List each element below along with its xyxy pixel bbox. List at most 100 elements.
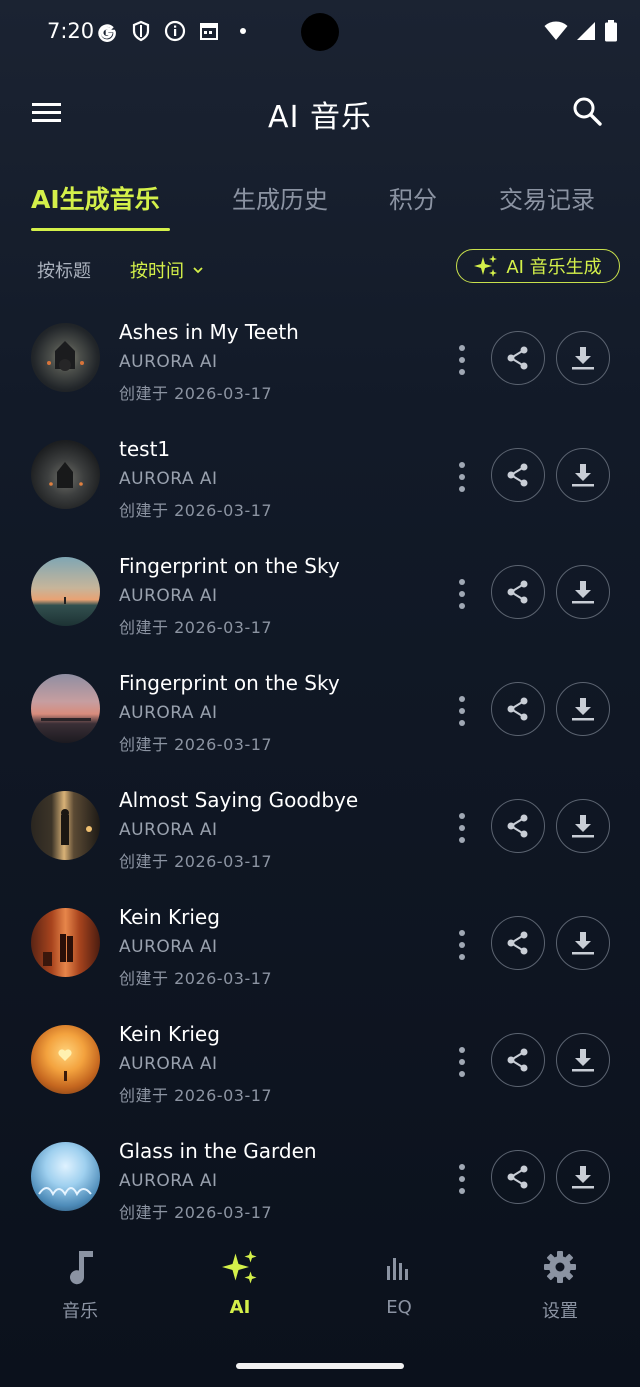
download-icon (572, 1049, 594, 1072)
tab-ai-generated-music[interactable]: AI生成音乐 (31, 180, 160, 216)
song-cover (31, 1025, 100, 1094)
share-icon (507, 814, 528, 838)
sparkle-icon (180, 1247, 300, 1287)
bottom-nav: 音乐 AI EQ 设置 (0, 1235, 640, 1345)
song-list-item[interactable]: Kein Krieg AURORA AI 创建于 2026-03-17 (0, 1007, 640, 1124)
song-list-item[interactable]: Fingerprint on the Sky AURORA AI 创建于 202… (0, 539, 640, 656)
download-button[interactable] (556, 682, 610, 736)
song-title: Glass in the Garden (119, 1139, 317, 1163)
download-icon (572, 1166, 594, 1189)
download-icon (572, 815, 594, 838)
sort-by-time-label: 按时间 (130, 261, 184, 282)
song-title: Kein Krieg (119, 1022, 220, 1046)
song-created-date: 创建于 2026-03-17 (119, 1086, 273, 1105)
download-button[interactable] (556, 916, 610, 970)
tab-transactions[interactable]: 交易记录 (499, 180, 595, 215)
share-button[interactable] (491, 1033, 545, 1087)
more-options-icon[interactable] (452, 1164, 472, 1194)
song-list-item[interactable]: Ashes in My Teeth AURORA AI 创建于 2026-03-… (0, 305, 640, 422)
dot-icon (232, 20, 254, 42)
song-created-date: 创建于 2026-03-17 (119, 1203, 273, 1222)
download-icon (572, 347, 594, 370)
song-list-item[interactable]: Almost Saying Goodbye AURORA AI 创建于 2026… (0, 773, 640, 890)
more-options-icon[interactable] (452, 345, 472, 375)
share-button[interactable] (491, 799, 545, 853)
nav-item-settings[interactable]: 设置 (500, 1247, 620, 1323)
share-icon (507, 697, 528, 721)
battery-icon (604, 20, 618, 46)
nav-item-eq[interactable]: EQ (339, 1247, 459, 1318)
share-button[interactable] (491, 916, 545, 970)
download-icon (572, 698, 594, 721)
more-options-icon[interactable] (452, 462, 472, 492)
nav-label-ai: AI (229, 1297, 251, 1318)
download-button[interactable] (556, 1150, 610, 1204)
download-button[interactable] (556, 331, 610, 385)
status-bar: 7:20 (0, 0, 640, 64)
status-notification-icons (96, 20, 254, 42)
download-icon (572, 581, 594, 604)
music-note-icon (20, 1247, 140, 1287)
equalizer-icon (339, 1247, 459, 1287)
nav-item-music[interactable]: 音乐 (20, 1247, 140, 1323)
share-icon (507, 1048, 528, 1072)
song-title: Fingerprint on the Sky (119, 671, 340, 695)
song-cover (31, 1142, 100, 1211)
more-options-icon[interactable] (452, 930, 472, 960)
tab-generation-history[interactable]: 生成历史 (232, 180, 328, 215)
google-icon (96, 20, 118, 42)
info-icon (164, 20, 186, 42)
nav-item-ai[interactable]: AI (180, 1247, 300, 1318)
song-created-date: 创建于 2026-03-17 (119, 852, 273, 871)
sort-by-title-button[interactable]: 按标题 (37, 257, 91, 283)
song-list-item[interactable]: Kein Krieg AURORA AI 创建于 2026-03-17 (0, 890, 640, 1007)
download-button[interactable] (556, 799, 610, 853)
tab-points[interactable]: 积分 (389, 180, 437, 215)
more-options-icon[interactable] (452, 1047, 472, 1077)
share-icon (507, 1165, 528, 1189)
camera-cutout (301, 13, 339, 51)
song-cover (31, 440, 100, 509)
more-options-icon[interactable] (452, 813, 472, 843)
song-created-date: 创建于 2026-03-17 (119, 969, 273, 988)
song-title: Almost Saying Goodbye (119, 788, 359, 812)
share-button[interactable] (491, 1150, 545, 1204)
nav-label-eq: EQ (386, 1297, 412, 1318)
filter-row: 按标题 按时间 AI 音乐生成 (0, 248, 640, 288)
shield-icon (130, 20, 152, 42)
share-icon (507, 346, 528, 370)
share-button[interactable] (491, 448, 545, 502)
share-button[interactable] (491, 565, 545, 619)
song-artist: AURORA AI (119, 820, 218, 840)
download-button[interactable] (556, 565, 610, 619)
tab-bar: AI生成音乐 生成历史 积分 交易记录 (0, 170, 640, 234)
more-options-icon[interactable] (452, 579, 472, 609)
song-list-item[interactable]: Fingerprint on the Sky AURORA AI 创建于 202… (0, 656, 640, 773)
status-system-icons (544, 20, 618, 46)
song-list-item[interactable]: test1 AURORA AI 创建于 2026-03-17 (0, 422, 640, 539)
share-button[interactable] (491, 331, 545, 385)
signal-icon (576, 21, 596, 45)
song-artist: AURORA AI (119, 586, 218, 606)
share-icon (507, 463, 528, 487)
song-created-date: 创建于 2026-03-17 (119, 735, 273, 754)
home-indicator[interactable] (236, 1363, 404, 1369)
calendar-icon (198, 20, 220, 42)
song-artist: AURORA AI (119, 1054, 218, 1074)
page-title: AI 音乐 (268, 100, 372, 135)
download-button[interactable] (556, 1033, 610, 1087)
download-icon (572, 932, 594, 955)
search-icon[interactable] (570, 94, 604, 128)
song-created-date: 创建于 2026-03-17 (119, 618, 273, 637)
song-list-item[interactable]: Glass in the Garden AURORA AI 创建于 2026-0… (0, 1124, 640, 1241)
song-created-date: 创建于 2026-03-17 (119, 501, 273, 520)
song-artist: AURORA AI (119, 352, 218, 372)
download-button[interactable] (556, 448, 610, 502)
more-options-icon[interactable] (452, 696, 472, 726)
sort-by-time-dropdown[interactable]: 按时间 (130, 257, 204, 283)
ai-music-generate-button[interactable]: AI 音乐生成 (456, 249, 620, 283)
app-bar: AI 音乐 (0, 78, 640, 148)
song-cover (31, 557, 100, 626)
song-title: test1 (119, 437, 171, 461)
share-button[interactable] (491, 682, 545, 736)
